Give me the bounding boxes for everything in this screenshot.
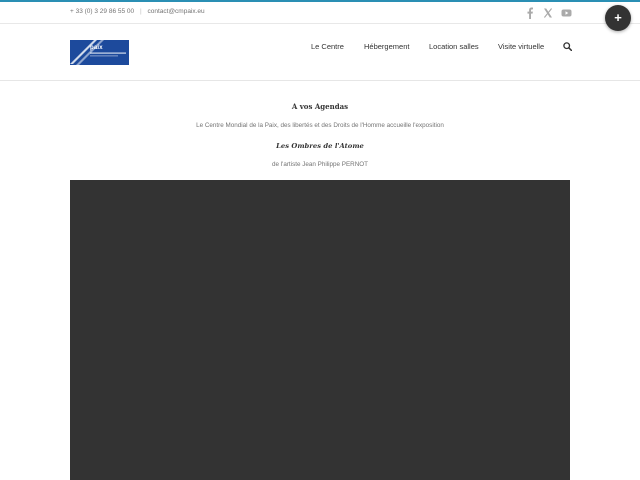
agenda-heading: A vos Agendas (291, 102, 349, 111)
phone-number[interactable]: + 33 (0) 3 29 86 55 00 (70, 8, 134, 15)
facebook-icon[interactable] (527, 7, 533, 19)
search-icon[interactable] (563, 42, 572, 51)
exhibition-title: Les Ombres de l'Atome (276, 142, 364, 150)
intro-text: Le Centre Mondial de la Paix, des libert… (196, 122, 444, 129)
contact-separator: | (139, 8, 142, 15)
contact-info: + 33 (0) 3 29 86 55 00 | contact@cmpaix.… (70, 8, 205, 15)
nav-visite-virtuelle[interactable]: Visite virtuelle (498, 42, 544, 51)
email-link[interactable]: contact@cmpaix.eu (147, 8, 204, 15)
top-bar: + 33 (0) 3 29 86 55 00 | contact@cmpaix.… (0, 2, 640, 24)
x-icon[interactable] (543, 7, 553, 19)
nav-le-centre[interactable]: Le Centre (311, 42, 344, 51)
site-logo[interactable]: paix (70, 40, 129, 65)
logo-text: paix (90, 45, 103, 51)
nav-location-salles[interactable]: Location salles (429, 42, 479, 51)
youtube-icon[interactable] (561, 7, 572, 19)
media-frame[interactable] (70, 180, 570, 480)
site-header: paix Le Centre Hébergement Location sall… (0, 25, 640, 81)
nav-hebergement[interactable]: Hébergement (364, 42, 409, 51)
artist-credit: de l'artiste Jean Philippe PERNOT (271, 161, 369, 168)
